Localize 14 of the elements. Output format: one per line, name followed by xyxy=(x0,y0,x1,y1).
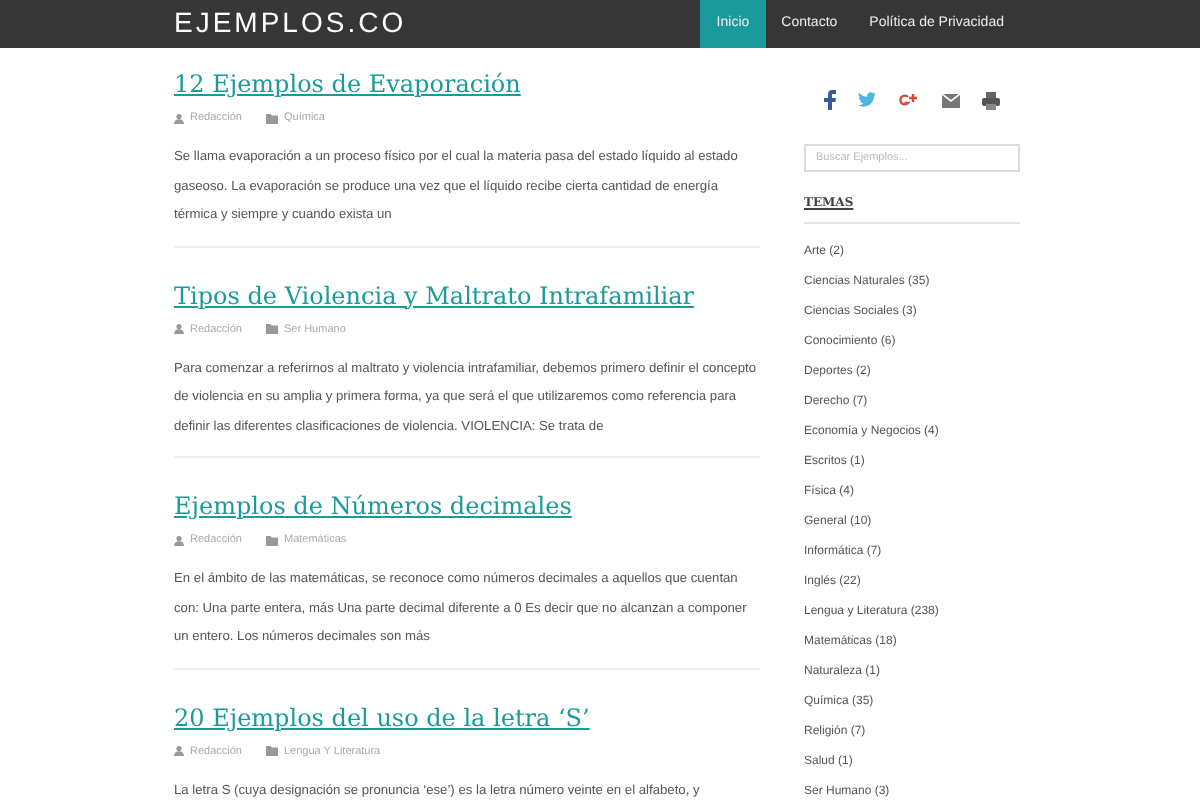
folder-icon xyxy=(266,113,278,123)
folder-icon xyxy=(266,535,278,545)
user-icon xyxy=(174,113,184,123)
twitter-icon[interactable] xyxy=(858,92,877,108)
printer-icon[interactable] xyxy=(982,91,1001,109)
folder-icon xyxy=(266,324,278,334)
user-icon xyxy=(174,535,184,545)
facebook-icon[interactable] xyxy=(823,90,836,110)
folder-icon xyxy=(266,746,278,756)
site-logo[interactable]: EJEMPLOS.CO xyxy=(174,0,407,48)
envelope-icon[interactable] xyxy=(941,93,960,107)
google-plus-icon[interactable] xyxy=(898,90,919,110)
user-icon xyxy=(174,324,184,334)
user-icon xyxy=(174,746,184,756)
